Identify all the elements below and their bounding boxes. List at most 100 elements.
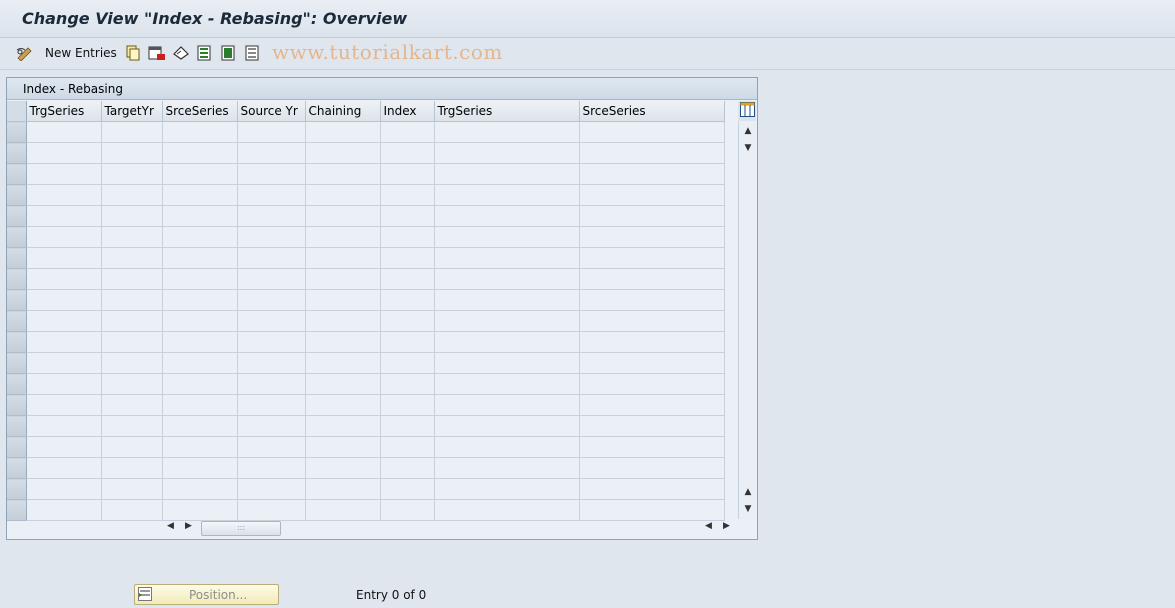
- table-cell[interactable]: [380, 373, 435, 395]
- table-cell[interactable]: [162, 163, 238, 185]
- table-cell[interactable]: [101, 142, 163, 164]
- table-cell[interactable]: [434, 226, 580, 248]
- scroll-end-right-icon[interactable]: ▶: [723, 521, 730, 531]
- table-cell[interactable]: [579, 163, 725, 185]
- column-header[interactable]: TrgSeries: [26, 101, 102, 122]
- table-cell[interactable]: [579, 247, 725, 269]
- table-cell[interactable]: [380, 415, 435, 437]
- table-cell[interactable]: [26, 121, 102, 143]
- table-cell[interactable]: [237, 457, 306, 479]
- undo-change-button[interactable]: [172, 38, 190, 68]
- table-cell[interactable]: [579, 268, 725, 290]
- table-cell[interactable]: [380, 142, 435, 164]
- table-cell[interactable]: [26, 352, 102, 374]
- table-cell[interactable]: [101, 499, 163, 521]
- table-cell[interactable]: [26, 310, 102, 332]
- scroll-down-icon[interactable]: ▼: [743, 143, 753, 153]
- table-cell[interactable]: [26, 457, 102, 479]
- table-cell[interactable]: [380, 163, 435, 185]
- table-cell[interactable]: [101, 457, 163, 479]
- table-cell[interactable]: [579, 457, 725, 479]
- table-cell[interactable]: [237, 415, 306, 437]
- table-cell[interactable]: [26, 394, 102, 416]
- table-cell[interactable]: [237, 499, 306, 521]
- table-cell[interactable]: [26, 226, 102, 248]
- table-cell[interactable]: [380, 184, 435, 206]
- table-cell[interactable]: [579, 499, 725, 521]
- table-cell[interactable]: [305, 142, 381, 164]
- table-cell[interactable]: [162, 247, 238, 269]
- row-selector[interactable]: [7, 331, 27, 353]
- deselect-all-button[interactable]: [245, 38, 261, 68]
- table-cell[interactable]: [26, 184, 102, 206]
- select-block-button[interactable]: [221, 38, 237, 68]
- table-cell[interactable]: [162, 331, 238, 353]
- table-cell[interactable]: [579, 226, 725, 248]
- table-cell[interactable]: [237, 331, 306, 353]
- table-cell[interactable]: [101, 268, 163, 290]
- table-cell[interactable]: [237, 436, 306, 458]
- row-selector[interactable]: [7, 184, 27, 206]
- table-cell[interactable]: [237, 373, 306, 395]
- table-cell[interactable]: [162, 268, 238, 290]
- table-cell[interactable]: [305, 436, 381, 458]
- scroll-left-icon[interactable]: ◀: [167, 521, 174, 531]
- table-cell[interactable]: [579, 352, 725, 374]
- row-selector[interactable]: [7, 478, 27, 500]
- table-cell[interactable]: [101, 478, 163, 500]
- table-cell[interactable]: [237, 121, 306, 143]
- table-cell[interactable]: [162, 478, 238, 500]
- table-cell[interactable]: [162, 415, 238, 437]
- scroll-page-down-icon[interactable]: ▼: [743, 504, 753, 514]
- table-cell[interactable]: [434, 247, 580, 269]
- table-cell[interactable]: [305, 205, 381, 227]
- table-cell[interactable]: [434, 436, 580, 458]
- table-cell[interactable]: [579, 142, 725, 164]
- new-entries-button[interactable]: New Entries: [45, 38, 117, 68]
- table-cell[interactable]: [434, 289, 580, 311]
- table-cell[interactable]: [162, 457, 238, 479]
- table-cell[interactable]: [380, 352, 435, 374]
- table-cell[interactable]: [380, 226, 435, 248]
- table-cell[interactable]: [434, 331, 580, 353]
- table-cell[interactable]: [162, 142, 238, 164]
- table-cell[interactable]: [579, 373, 725, 395]
- row-selector[interactable]: [7, 415, 27, 437]
- table-cell[interactable]: [26, 142, 102, 164]
- table-cell[interactable]: [305, 499, 381, 521]
- delete-button[interactable]: [148, 38, 166, 68]
- table-cell[interactable]: [380, 436, 435, 458]
- table-cell[interactable]: [26, 247, 102, 269]
- table-cell[interactable]: [26, 289, 102, 311]
- table-cell[interactable]: [237, 205, 306, 227]
- select-all-column-header[interactable]: [7, 101, 27, 122]
- table-cell[interactable]: [434, 142, 580, 164]
- table-row[interactable]: [7, 457, 725, 479]
- table-cell[interactable]: [26, 331, 102, 353]
- column-header[interactable]: SrceSeries: [162, 101, 238, 122]
- table-row[interactable]: [7, 268, 725, 290]
- table-cell[interactable]: [162, 436, 238, 458]
- table-cell[interactable]: [380, 499, 435, 521]
- row-selector[interactable]: [7, 457, 27, 479]
- row-selector[interactable]: [7, 436, 27, 458]
- table-cell[interactable]: [26, 268, 102, 290]
- copy-as-button[interactable]: [125, 38, 141, 68]
- select-all-button[interactable]: [197, 38, 213, 68]
- table-cell[interactable]: [162, 289, 238, 311]
- table-cell[interactable]: [237, 478, 306, 500]
- table-row[interactable]: [7, 226, 725, 248]
- table-cell[interactable]: [305, 310, 381, 332]
- table-cell[interactable]: [579, 184, 725, 206]
- table-cell[interactable]: [380, 457, 435, 479]
- table-row[interactable]: [7, 247, 725, 269]
- horizontal-scrollbar[interactable]: ◀ ▶ ::: ◀ ▶: [165, 520, 737, 536]
- table-row[interactable]: [7, 142, 725, 164]
- table-cell[interactable]: [237, 289, 306, 311]
- table-cell[interactable]: [579, 310, 725, 332]
- table-cell[interactable]: [237, 268, 306, 290]
- table-cell[interactable]: [237, 142, 306, 164]
- table-cell[interactable]: [434, 352, 580, 374]
- column-header[interactable]: TargetYr: [101, 101, 163, 122]
- table-cell[interactable]: [305, 352, 381, 374]
